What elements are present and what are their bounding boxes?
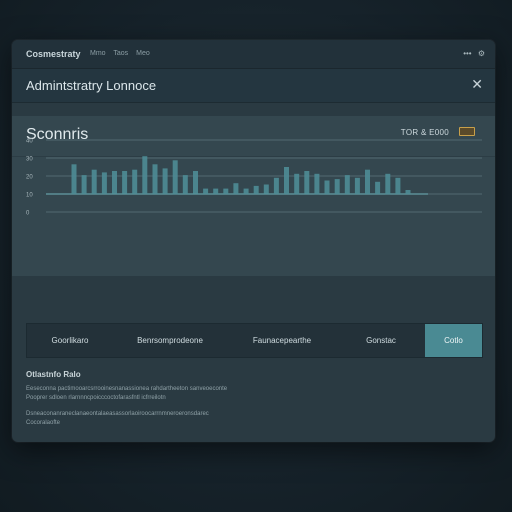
tab-faunacepearthe[interactable]: Faunacepearthe: [227, 324, 337, 357]
y-tick-label: 10: [26, 193, 33, 199]
chart-bar: [405, 190, 411, 194]
chart-bar: [203, 188, 209, 194]
chart-bar: [233, 183, 239, 194]
more-options-icon[interactable]: •••: [463, 49, 471, 58]
breadcrumb-item[interactable]: Meo: [136, 50, 150, 57]
chart-bar: [263, 184, 269, 194]
dialog-title: Admintstratry Lonnoce: [26, 78, 157, 93]
chart-bar: [172, 160, 178, 195]
window-controls: ••• ⚙: [459, 49, 485, 58]
bar-chart: 40 30 20 10 0: [26, 139, 482, 217]
chart-bar: [243, 188, 249, 194]
chart-bar: [182, 175, 188, 194]
y-tick-label: 30: [26, 157, 33, 163]
info-title: Otlastnfo Ralo: [26, 370, 81, 379]
chart-bar: [344, 175, 350, 194]
chart-bar: [273, 177, 279, 194]
tab-gonstac[interactable]: Gonstac: [337, 324, 425, 357]
y-tick-label: 0: [26, 211, 30, 217]
chart-bar: [132, 169, 138, 194]
info-text-line: Pooprer sdloen rlarnnncpoicccoctofarasfn…: [26, 395, 166, 401]
y-tick-label: 40: [26, 139, 33, 145]
tab-cotlo[interactable]: Cotlo: [425, 324, 482, 357]
chart-bar: [122, 171, 128, 194]
close-icon[interactable]: ✕: [471, 76, 483, 93]
chart-bar: [304, 171, 310, 194]
statistics-panel: Sconnris TOR & E000 40 30 20 10 0: [12, 116, 495, 276]
chart-bar: [334, 179, 340, 194]
tab-benrsomprodeone[interactable]: Benrsomprodeone: [113, 324, 227, 357]
chart-bar: [142, 156, 148, 194]
chart-bar: [385, 173, 391, 195]
chart-bar: [152, 164, 158, 194]
chart-bar: [294, 173, 300, 195]
dialog-header: Admintstratry Lonnoce ✕: [12, 69, 495, 103]
tab-goorlikaro[interactable]: Goorlikaro: [27, 324, 113, 357]
y-tick-label: 20: [26, 175, 33, 181]
info-text-line: Cocoralaofte: [26, 420, 61, 426]
settings-icon[interactable]: ⚙: [478, 49, 485, 58]
chart-bar: [314, 173, 320, 195]
chart-bar: [284, 167, 289, 194]
chart-bar: [101, 172, 107, 194]
info-text-line: Dsneaconanraneclanaeontalaeasassorlaoiro…: [26, 411, 209, 417]
tab-bar: Goorlikaro Benrsomprodeone Faunacepearth…: [26, 323, 483, 358]
chart-bar: [193, 171, 198, 194]
chart-bar: [162, 168, 168, 194]
chart-bar: [354, 177, 360, 194]
chart-bar: [91, 169, 97, 194]
chart-bar: [365, 169, 370, 194]
info-text-line: Eeseconna pactimooarcsrrooinesnanassione…: [26, 386, 228, 392]
breadcrumb: Mmo Taos Meo: [90, 50, 156, 57]
app-window: Cosmestraty Mmo Taos Meo ••• ⚙ Admintstr…: [12, 40, 495, 442]
title-bar: Cosmestraty Mmo Taos Meo ••• ⚙: [12, 40, 495, 69]
chart-bar: [223, 188, 229, 194]
breadcrumb-item[interactable]: Taos: [113, 50, 128, 57]
app-title: Cosmestraty: [26, 49, 81, 59]
chart-bar: [324, 180, 330, 194]
chart-bar: [81, 175, 87, 194]
chart-bar: [213, 188, 219, 194]
breadcrumb-item[interactable]: Mmo: [90, 50, 106, 57]
chart-bar: [112, 171, 117, 194]
chart-bar: [395, 177, 401, 194]
chart-bar: [375, 181, 381, 194]
chart-bar: [71, 164, 77, 194]
chart-bar: [253, 185, 259, 194]
